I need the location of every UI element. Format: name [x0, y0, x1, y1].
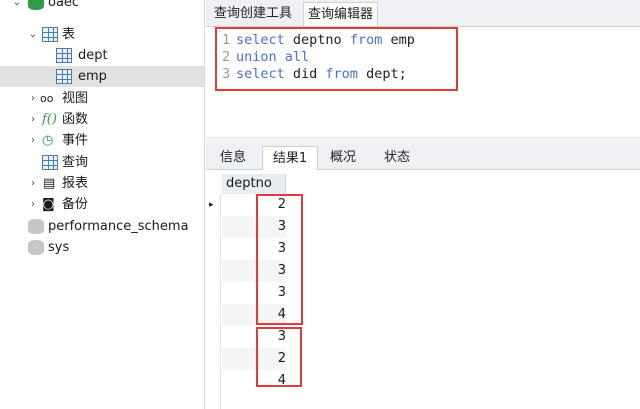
chevron-down-icon[interactable]: ⌄: [12, 0, 22, 13]
table-cell-deptno[interactable]: 4: [246, 370, 286, 392]
tree-item-views[interactable]: › oo 视图: [0, 88, 204, 109]
table-row[interactable]: 3: [206, 260, 640, 282]
tree-item-emp[interactable]: emp: [0, 66, 204, 87]
current-row-indicator-icon: ▸: [209, 200, 214, 210]
editor-tab-bar: 查询创建工具 查询编辑器: [206, 0, 640, 27]
tree-item-label: 事件: [62, 133, 89, 148]
table-cell-deptno[interactable]: 3: [246, 238, 286, 260]
table-row[interactable]: 3: [206, 216, 640, 238]
result-tab-bar: 信息 结果1 概况 状态: [206, 143, 640, 170]
tree-item-tables[interactable]: ⌄ 表: [0, 24, 204, 45]
chevron-down-icon[interactable]: ⌄: [28, 24, 38, 45]
table-row[interactable]: 2: [206, 348, 640, 370]
chevron-right-icon[interactable]: ›: [28, 130, 38, 151]
table-icon: [56, 48, 72, 63]
database-icon: [28, 0, 44, 10]
tab-profile[interactable]: 概况: [318, 146, 368, 169]
tree-item-label: performance_schema: [48, 219, 189, 234]
table-cell-deptno[interactable]: 2: [246, 348, 286, 370]
table-row[interactable]: 4: [206, 304, 640, 326]
table-cell-deptno[interactable]: 3: [246, 260, 286, 282]
code-line-3: 3 select did from dept;: [222, 66, 407, 82]
tree-item-label: 查询: [62, 155, 89, 170]
event-icon: ◷: [42, 133, 54, 148]
table-row[interactable]: 3: [206, 282, 640, 304]
query-icon: [42, 155, 58, 170]
tree-item-queries[interactable]: 查询: [0, 152, 204, 173]
table-row[interactable]: 3: [206, 238, 640, 260]
tab-status[interactable]: 状态: [372, 146, 422, 169]
tree-item-label: emp: [78, 69, 107, 84]
tree-item-label: oaec: [48, 0, 80, 10]
report-icon: ▤: [43, 176, 56, 191]
result-grid: deptno ▸ 2 3 3 3 3 4 3 2 4: [206, 170, 640, 409]
tree-item-performance-schema[interactable]: performance_schema: [0, 216, 204, 237]
tree-item-label: dept: [78, 48, 108, 63]
sql-editor[interactable]: 1 select deptno from emp 2 union all 3 sele…: [206, 27, 640, 137]
table-row[interactable]: 4: [206, 370, 640, 392]
tab-info[interactable]: 信息: [210, 146, 256, 169]
sql-code[interactable]: 1 select deptno from emp 2 union all 3 sele…: [222, 32, 415, 83]
tab-query-editor[interactable]: 查询编辑器: [303, 2, 379, 26]
tree-item-reports[interactable]: › ▤ 报表: [0, 173, 204, 194]
view-icon: oo: [40, 92, 54, 105]
table-cell-deptno[interactable]: 3: [246, 326, 286, 348]
chevron-right-icon[interactable]: ›: [28, 173, 38, 194]
navigation-tree: ⌄ oaec ⌄ 表 dept emp › oo 视图 › f() 函数 › ◷…: [0, 0, 205, 409]
chevron-right-icon[interactable]: ›: [28, 109, 38, 130]
tree-item-label: 视图: [62, 91, 89, 106]
tree-item-label: sys: [48, 240, 70, 255]
tab-result-1[interactable]: 结果1: [262, 146, 318, 170]
column-header-deptno[interactable]: deptno: [222, 174, 286, 194]
table-cell-deptno[interactable]: 3: [246, 216, 286, 238]
database-icon: [28, 219, 44, 234]
table-icon: [56, 69, 72, 84]
tree-item-label: 函数: [62, 112, 89, 127]
backup-icon: ◙: [42, 197, 55, 212]
code-line-1: 1 select deptno from emp: [222, 32, 415, 48]
database-icon: [28, 240, 44, 255]
tree-item-label: 备份: [62, 197, 89, 212]
code-line-2: 2 union all: [222, 49, 310, 65]
tab-query-builder[interactable]: 查询创建工具: [210, 2, 296, 25]
table-cell-deptno[interactable]: 4: [246, 304, 286, 326]
function-icon: f(): [42, 112, 57, 127]
table-cell-deptno[interactable]: 2: [246, 194, 286, 216]
tree-item-functions[interactable]: › f() 函数: [0, 109, 204, 130]
tree-item-sys[interactable]: sys: [0, 237, 204, 258]
chevron-right-icon[interactable]: ›: [28, 194, 38, 215]
tree-item-events[interactable]: › ◷ 事件: [0, 130, 204, 151]
table-cell-deptno[interactable]: 3: [246, 282, 286, 304]
tree-item-backups[interactable]: › ◙ 备份: [0, 194, 204, 215]
chevron-right-icon[interactable]: ›: [28, 88, 38, 109]
table-row[interactable]: 3: [206, 326, 640, 348]
tree-item-label: 报表: [62, 176, 89, 191]
tree-item-label: 表: [62, 27, 76, 42]
table-folder-icon: [42, 27, 58, 42]
table-row[interactable]: ▸ 2: [206, 194, 640, 216]
tree-item-dept[interactable]: dept: [0, 45, 204, 66]
tree-item-oaec[interactable]: ⌄ oaec: [0, 0, 204, 13]
